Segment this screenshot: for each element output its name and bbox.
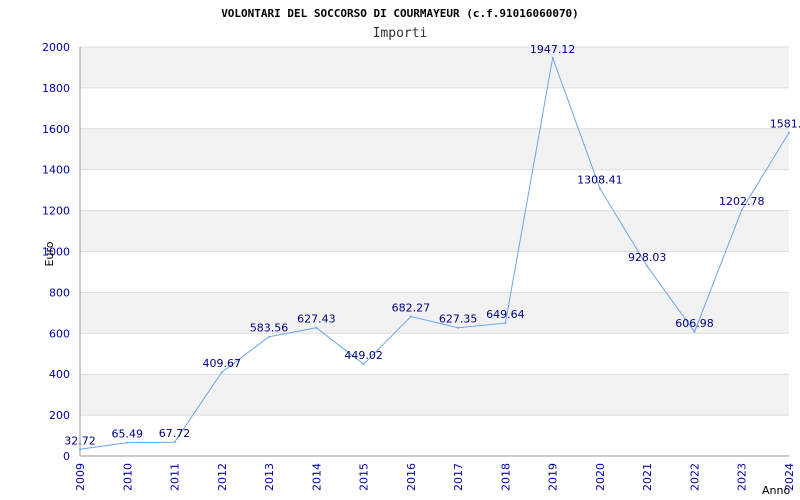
y-tick-label: 800: [49, 286, 70, 299]
data-label: 682.27: [392, 301, 431, 314]
data-point: [598, 187, 601, 190]
data-point: [788, 131, 790, 134]
data-label: 649.64: [486, 308, 525, 321]
data-point: [362, 363, 365, 366]
background-band: [80, 210, 789, 252]
x-tick-label: 2023: [736, 463, 749, 491]
x-tick-label: 2017: [452, 463, 465, 491]
y-tick-label: 600: [49, 327, 70, 340]
x-tick-label: 2016: [405, 463, 418, 491]
data-label: 32.72: [64, 434, 96, 447]
x-tick-label: 2018: [499, 463, 512, 491]
data-label: 928.03: [628, 251, 667, 264]
data-label: 449.02: [344, 349, 383, 362]
data-label: 65.49: [112, 428, 144, 441]
x-tick-label: 2015: [358, 463, 371, 491]
chart-subtitle: Importi: [373, 26, 428, 41]
data-label: 627.43: [297, 313, 336, 326]
background-band: [80, 128, 789, 170]
data-label: 1308.41: [577, 173, 623, 186]
x-tick-label: 2014: [310, 463, 323, 491]
x-tick-label: 2020: [594, 463, 607, 491]
data-point: [740, 209, 743, 212]
x-tick-label: 2009: [74, 463, 87, 491]
data-point: [551, 56, 554, 59]
data-point: [173, 441, 176, 444]
data-label: 1202.78: [719, 195, 765, 208]
data-point: [504, 322, 507, 325]
y-tick-label: 2000: [42, 41, 70, 54]
background-band: [80, 374, 789, 416]
data-point: [268, 335, 271, 338]
x-tick-label: 2022: [688, 463, 701, 491]
data-point: [315, 326, 318, 329]
data-label: 583.56: [250, 322, 289, 335]
data-label: 1947.12: [530, 43, 576, 56]
background-band: [80, 47, 789, 88]
x-tick-label: 2021: [641, 463, 654, 491]
chart-title: VOLONTARI DEL SOCCORSO DI COURMAYEUR (c.…: [221, 7, 579, 20]
data-point: [646, 265, 649, 268]
y-tick-label: 1400: [42, 164, 70, 177]
data-point: [220, 371, 223, 374]
data-point: [457, 326, 460, 329]
y-tick-label: 200: [49, 409, 70, 422]
y-tick-label: 0: [63, 450, 70, 463]
x-tick-label: 2011: [169, 463, 182, 491]
x-axis-label: Anno: [762, 484, 790, 497]
data-label: 606.98: [675, 317, 714, 330]
data-point: [79, 448, 81, 451]
data-label: 627.35: [439, 313, 478, 326]
data-label: 1581.5: [770, 118, 800, 131]
chart: 0200400600800100012001400160018002000 20…: [42, 7, 800, 497]
y-tick-label: 1800: [42, 82, 70, 95]
x-tick-label: 2010: [121, 463, 134, 491]
x-tick-label: 2013: [263, 463, 276, 491]
data-point: [126, 441, 129, 444]
data-point: [409, 315, 412, 318]
data-point: [693, 330, 696, 333]
data-label: 67.72: [159, 427, 191, 440]
y-axis-label: Euro: [43, 241, 56, 266]
background-bands: [80, 47, 789, 416]
y-tick-label: 1600: [42, 123, 70, 136]
y-tick-label: 1200: [42, 205, 70, 218]
x-tick-labels: 2009 2010 2011 2012 2013 2014 2015 2016 2017 2018…: [74, 463, 796, 491]
y-tick-label: 400: [49, 368, 70, 381]
x-tick-label: 2012: [216, 463, 229, 491]
x-tick-label: 2019: [547, 463, 560, 491]
data-label: 409.67: [203, 357, 242, 370]
